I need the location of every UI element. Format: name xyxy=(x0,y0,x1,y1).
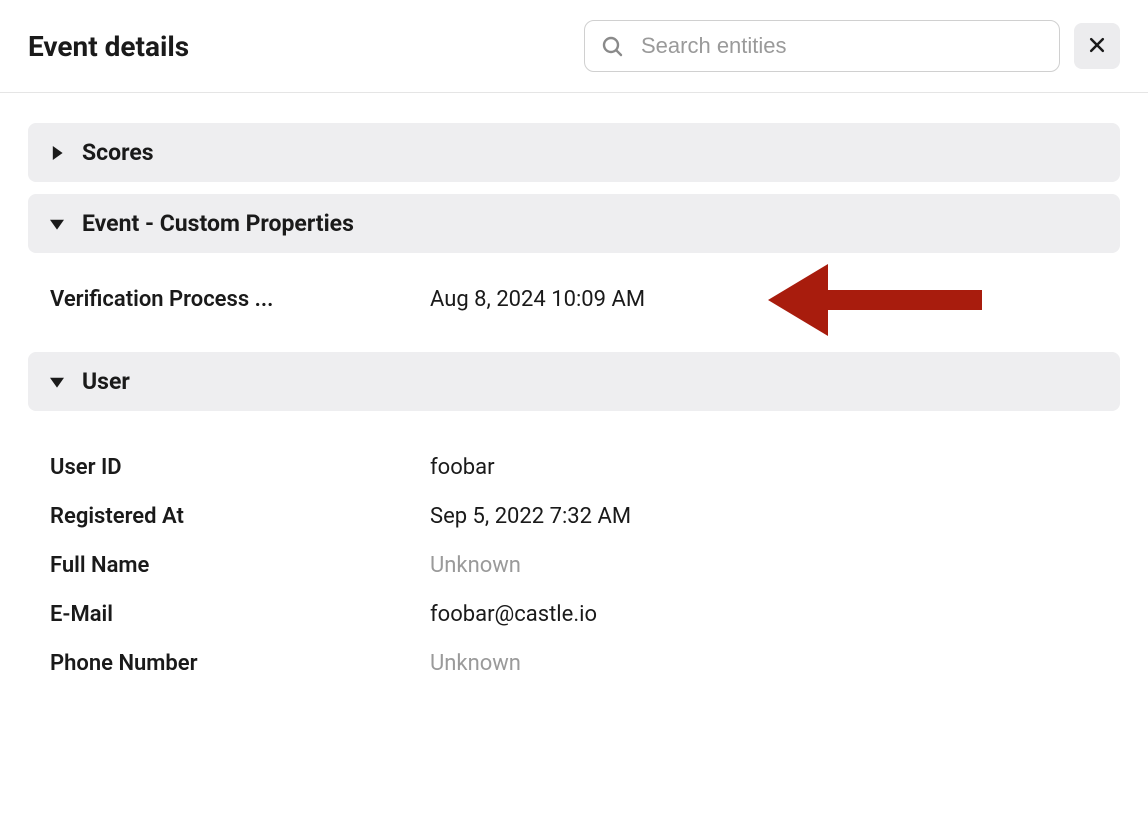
user-row-phone: Phone Number Unknown xyxy=(28,639,1120,688)
caret-down-icon xyxy=(50,217,64,231)
caret-right-icon xyxy=(50,146,64,160)
user-value: Unknown xyxy=(430,553,521,578)
section-title-scores: Scores xyxy=(82,139,154,166)
section-body-custom-props: Verification Process ... Aug 8, 2024 10:… xyxy=(28,265,1120,352)
arrow-annotation xyxy=(768,264,982,336)
user-label: Registered At xyxy=(50,504,430,529)
user-label: Phone Number xyxy=(50,651,430,676)
user-row-user-id: User ID foobar xyxy=(28,443,1120,492)
property-label: Verification Process ... xyxy=(50,287,430,312)
arrow-head-icon xyxy=(768,264,828,336)
page-title: Event details xyxy=(28,30,189,63)
section-header-scores[interactable]: Scores xyxy=(28,123,1120,182)
user-label: User ID xyxy=(50,455,430,480)
section-title-user: User xyxy=(82,368,130,395)
property-value: Aug 8, 2024 10:09 AM xyxy=(430,287,645,312)
user-value: foobar@castle.io xyxy=(430,602,597,627)
property-row: Verification Process ... Aug 8, 2024 10:… xyxy=(28,275,1120,324)
search-icon xyxy=(600,34,624,58)
content: Scores Event - Custom Properties Verific… xyxy=(0,93,1148,716)
user-row-registered-at: Registered At Sep 5, 2022 7:32 AM xyxy=(28,492,1120,541)
close-button[interactable] xyxy=(1074,23,1120,69)
user-label: E-Mail xyxy=(50,602,430,627)
user-value: Sep 5, 2022 7:32 AM xyxy=(430,504,631,529)
section-header-user[interactable]: User xyxy=(28,352,1120,411)
user-value: Unknown xyxy=(430,651,521,676)
caret-down-icon xyxy=(50,375,64,389)
close-icon xyxy=(1087,35,1107,58)
section-header-custom-props[interactable]: Event - Custom Properties xyxy=(28,194,1120,253)
user-row-email: E-Mail foobar@castle.io xyxy=(28,590,1120,639)
user-row-full-name: Full Name Unknown xyxy=(28,541,1120,590)
section-title-custom-props: Event - Custom Properties xyxy=(82,210,354,237)
header-right xyxy=(584,20,1120,72)
search-input[interactable] xyxy=(584,20,1060,72)
user-label: Full Name xyxy=(50,553,430,578)
header: Event details xyxy=(0,0,1148,93)
section-body-user: User ID foobar Registered At Sep 5, 2022… xyxy=(28,423,1120,716)
user-value: foobar xyxy=(430,455,495,480)
arrow-stem xyxy=(828,290,982,310)
search-wrap xyxy=(584,20,1060,72)
